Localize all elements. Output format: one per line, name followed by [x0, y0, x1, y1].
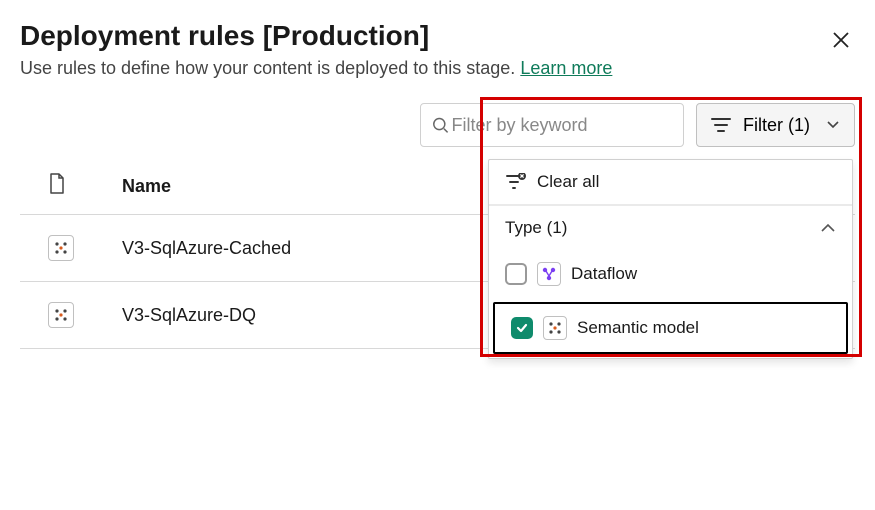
page-subtitle: Use rules to define how your content is …: [20, 58, 855, 79]
filter-icon: [711, 117, 731, 133]
dataflow-icon: [537, 262, 561, 286]
filter-option-dataflow[interactable]: Dataflow: [489, 250, 852, 298]
close-icon: [831, 30, 851, 50]
clear-filter-icon: [505, 173, 527, 191]
search-input[interactable]: [449, 114, 673, 137]
filter-dropdown: Clear all Type (1) Dataflow Semantic mod…: [488, 159, 853, 359]
filter-option-semantic-model[interactable]: Semantic model: [493, 302, 848, 354]
chevron-down-icon: [826, 120, 840, 130]
page-title: Deployment rules [Production]: [20, 20, 429, 52]
chevron-up-icon: [820, 223, 836, 233]
checkbox-checked[interactable]: [511, 317, 533, 339]
file-icon: [48, 173, 66, 195]
semantic-model-icon: [48, 302, 74, 328]
filter-button[interactable]: Filter (1): [696, 103, 855, 147]
filter-group-type[interactable]: Type (1): [489, 205, 852, 250]
checkbox-unchecked[interactable]: [505, 263, 527, 285]
semantic-model-icon: [543, 316, 567, 340]
controls-bar: Filter (1) Clear all Type (1) Dataflow: [20, 103, 855, 147]
semantic-model-icon: [48, 235, 74, 261]
clear-all-button[interactable]: Clear all: [489, 160, 852, 205]
search-box[interactable]: [420, 103, 684, 147]
learn-more-link[interactable]: Learn more: [520, 58, 612, 78]
search-icon: [431, 115, 449, 135]
close-button[interactable]: [827, 26, 855, 57]
